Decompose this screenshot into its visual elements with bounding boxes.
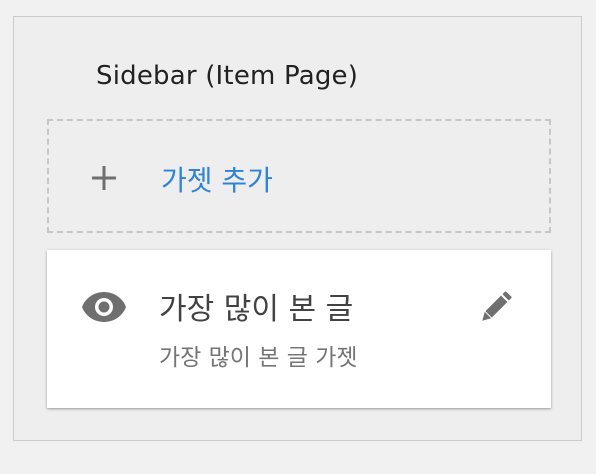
eye-icon	[82, 292, 126, 322]
widget-subtitle: 가장 많이 본 글 가젯	[159, 345, 358, 371]
add-widget-button[interactable]: 가젯 추가	[47, 119, 551, 233]
widget-title: 가장 많이 본 글	[159, 292, 354, 327]
widget-card-most-viewed: 가장 많이 본 글 가장 많이 본 글 가젯	[47, 250, 551, 408]
plus-icon	[92, 166, 116, 190]
sidebar-panel: Sidebar (Item Page) 가젯 추가 가장 많이 본 글 가장 많…	[13, 16, 582, 441]
edit-icon[interactable]	[475, 288, 515, 328]
sidebar-title: Sidebar (Item Page)	[96, 61, 359, 91]
add-widget-label: 가젯 추가	[161, 164, 273, 197]
